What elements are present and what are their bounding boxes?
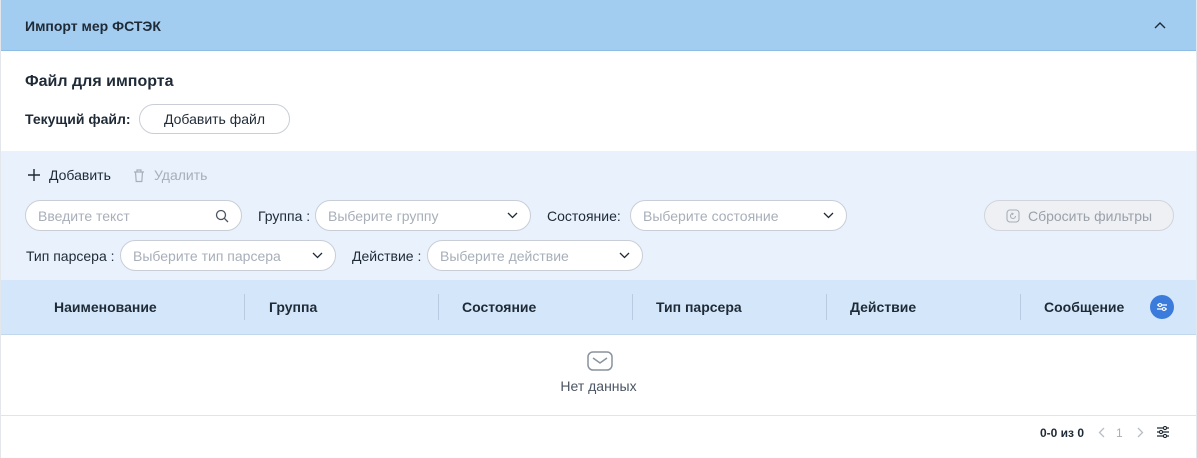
panel-title: Импорт мер ФСТЭК <box>25 18 161 34</box>
column-header-action[interactable]: Действие <box>850 299 916 315</box>
page-number[interactable]: 1 <box>1116 426 1123 440</box>
group-select[interactable]: Выберите группу <box>315 200 531 231</box>
group-label-colon: : <box>306 208 311 224</box>
inbox-icon <box>587 351 613 371</box>
chevron-down-icon <box>823 212 834 219</box>
section-title: Файл для импорта <box>25 73 174 90</box>
group-label-text: Группа <box>258 208 303 224</box>
chevron-down-icon <box>619 252 630 259</box>
import-panel: Импорт мер ФСТЭК Файл для импорта Текущи… <box>0 0 1197 458</box>
action-select[interactable]: Выберите действие <box>427 240 643 271</box>
empty-state: Нет данных <box>1 335 1196 415</box>
delete-button[interactable]: Удалить <box>132 167 207 183</box>
footer-divider <box>1 415 1196 416</box>
action-placeholder: Выберите действие <box>440 247 569 264</box>
action-label-text: Действие <box>352 248 414 264</box>
column-header-message[interactable]: Сообщение <box>1044 299 1124 315</box>
state-placeholder: Выберите состояние <box>643 207 779 224</box>
pagination-info: 0-0 из 0 <box>1040 426 1085 440</box>
action-label-colon: : <box>417 248 422 264</box>
parser-label-colon: : <box>110 248 115 264</box>
search-icon[interactable] <box>215 209 229 223</box>
reset-filters-button[interactable]: Сбросить фильтры <box>984 200 1174 231</box>
column-header-name[interactable]: Наименование <box>54 299 157 315</box>
reset-icon <box>1006 208 1020 223</box>
panel-header[interactable]: Импорт мер ФСТЭК <box>1 0 1196 51</box>
column-settings-button[interactable] <box>1150 295 1174 319</box>
filter-area: Добавить Удалить Введите текст Группа : … <box>1 151 1196 280</box>
parser-label-text: Тип парсера <box>26 248 107 264</box>
parser-select[interactable]: Выберите тип парсера <box>120 240 336 271</box>
chevron-left-icon[interactable] <box>1095 424 1107 440</box>
reset-filters-label: Сбросить фильтры <box>1027 207 1153 224</box>
delete-button-label: Удалить <box>154 167 208 183</box>
group-label: Группа : <box>258 208 310 224</box>
state-label-colon: : <box>616 208 621 224</box>
group-placeholder: Выберите группу <box>328 207 439 224</box>
current-file-label: Текущий файл: <box>25 111 131 127</box>
chevron-down-icon <box>507 212 518 219</box>
add-file-button[interactable]: Добавить файл <box>139 104 290 134</box>
column-divider[interactable] <box>244 294 245 320</box>
add-button[interactable]: Добавить <box>27 167 111 183</box>
parser-placeholder: Выберите тип парсера <box>133 247 281 264</box>
column-divider[interactable] <box>826 294 827 320</box>
chevron-right-icon[interactable] <box>1134 424 1146 440</box>
chevron-down-icon <box>312 252 323 259</box>
sliders-icon <box>1157 302 1167 312</box>
parser-label: Тип парсера : <box>26 248 115 264</box>
plus-icon <box>28 169 40 181</box>
action-label: Действие : <box>352 248 421 264</box>
state-select[interactable]: Выберите состояние <box>630 200 847 231</box>
column-header-state[interactable]: Состояние <box>462 299 536 315</box>
state-label: Состояние: <box>547 208 621 224</box>
state-label-text: Состояние <box>547 208 617 224</box>
empty-text: Нет данных <box>560 378 637 394</box>
column-header-parser[interactable]: Тип парсера <box>656 299 742 315</box>
column-divider[interactable] <box>1020 294 1021 320</box>
table-header: Наименование Группа Состояние Тип парсер… <box>1 280 1196 335</box>
column-header-group[interactable]: Группа <box>269 299 317 315</box>
column-divider[interactable] <box>438 294 439 320</box>
column-divider[interactable] <box>632 294 633 320</box>
settings-sliders-icon[interactable] <box>1155 424 1171 440</box>
collapse-icon[interactable] <box>1150 15 1170 35</box>
add-button-label: Добавить <box>49 167 111 183</box>
trash-icon <box>134 168 144 182</box>
search-input[interactable]: Введите текст <box>25 200 242 231</box>
search-placeholder: Введите текст <box>38 207 130 224</box>
